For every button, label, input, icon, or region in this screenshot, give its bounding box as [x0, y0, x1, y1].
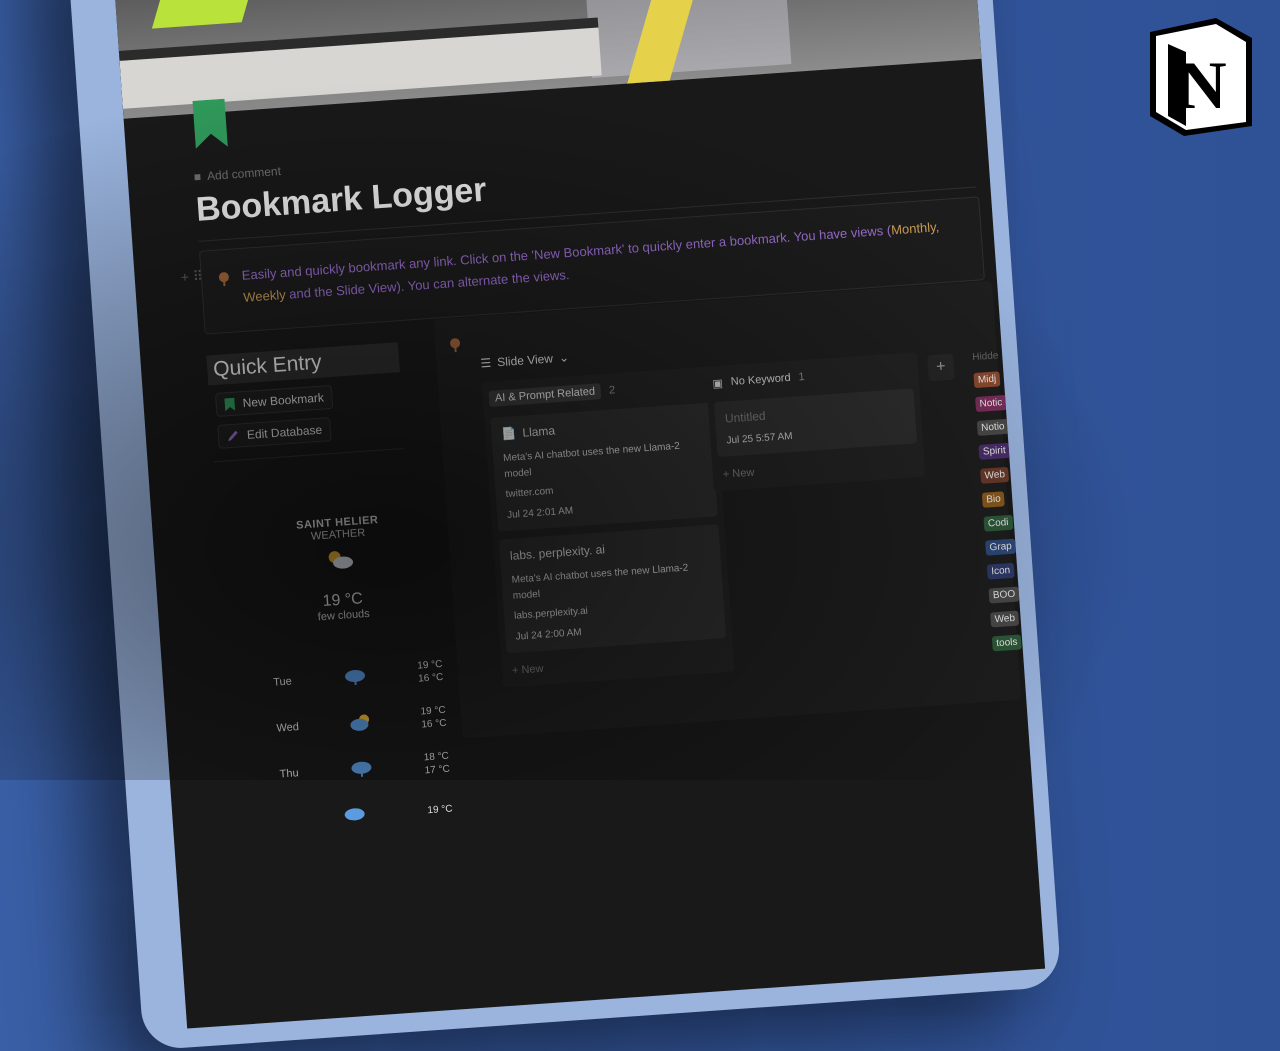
forecast-day: Thu	[279, 767, 300, 781]
column-name: AI & Prompt Related	[488, 383, 602, 407]
add-comment-button[interactable]: ■ Add comment	[193, 164, 281, 184]
inbox-icon: ▣	[712, 377, 724, 390]
board-column: ▣ No Keyword 1 Untitled Jul 25 5:57 AM +…	[705, 352, 926, 492]
edit-database-label: Edit Database	[246, 422, 323, 442]
new-card-button[interactable]: + New	[722, 455, 918, 481]
board-card[interactable]: Untitled Jul 25 5:57 AM	[713, 388, 918, 458]
board-column: AI & Prompt Related 2 📄 Llama Meta's AI …	[481, 366, 735, 688]
new-bookmark-label: New Bookmark	[242, 390, 325, 411]
quick-entry-heading: Quick Entry	[206, 342, 400, 386]
hidden-group-pill[interactable]: Midj	[973, 371, 1001, 389]
sliders-icon: ☰	[480, 355, 492, 371]
forecast-list: Tue 19 °C 16 °C Wed 19 °C 16 °C Thu 18 °C 1…	[272, 648, 454, 843]
forecast-day: Tue	[272, 675, 293, 689]
board-card[interactable]: labs. perplexity. ai Meta's AI chatbot u…	[498, 524, 727, 654]
pin-icon	[218, 272, 229, 287]
hidden-group-pill[interactable]: Spirit	[978, 442, 1011, 460]
notion-page: ■ Add comment Bookmark Logger + ⠿ Easily…	[104, 0, 1046, 1029]
card-title: Untitled	[724, 408, 767, 426]
chevron-down-icon: ⌄	[558, 350, 570, 365]
rain-cloud-icon	[344, 669, 365, 686]
add-group-button[interactable]: +	[927, 353, 955, 382]
forecast-low: 17 °C	[424, 763, 451, 777]
partly-cloudy-icon	[328, 551, 354, 569]
add-comment-label: Add comment	[206, 163, 282, 184]
bookmark-icon	[192, 98, 228, 149]
hidden-group-pill[interactable]: Icon	[986, 562, 1015, 580]
pencil-icon	[228, 430, 238, 442]
hidden-group-pill[interactable]: Bio	[981, 491, 1006, 508]
card-title: Llama	[521, 423, 556, 440]
notion-logo: N	[1150, 18, 1252, 136]
column-count: 1	[798, 370, 806, 384]
card-date: Jul 25 5:57 AM	[726, 430, 793, 447]
forecast-low: 16 °C	[421, 717, 447, 731]
new-card-button[interactable]: + New	[512, 650, 728, 677]
hidden-group-pill[interactable]: Notio	[976, 418, 1010, 436]
card-date: Jul 24 2:00 AM	[515, 627, 583, 643]
view-switcher[interactable]: ☰ Slide View ⌄	[480, 350, 569, 370]
hidden-group-pill[interactable]: Web	[980, 466, 1010, 484]
hidden-group-pill[interactable]: BOO	[988, 586, 1020, 604]
hidden-group-pill[interactable]: tools	[991, 634, 1022, 652]
edit-database-button[interactable]: Edit Database	[217, 417, 332, 449]
forecast-low: 16 °C	[417, 671, 444, 685]
cover-image	[104, 0, 982, 119]
quick-entry-section: Quick Entry New Bookmark Edit Database	[206, 342, 413, 463]
column-header[interactable]: ▣ No Keyword 1	[712, 358, 913, 394]
card-description: Meta's AI chatbot uses the new Llama-2 m…	[502, 440, 681, 481]
column-name: No Keyword	[730, 371, 792, 389]
card-title: labs. perplexity. ai	[509, 542, 606, 563]
hidden-group-pill[interactable]: Web	[990, 610, 1020, 628]
forecast-day: Wed	[276, 721, 300, 735]
hidden-group-pill[interactable]: Notic	[975, 394, 1007, 413]
sun-cloud-icon	[350, 714, 369, 731]
notion-logo-letter: N	[1177, 47, 1226, 123]
divider	[213, 448, 404, 463]
bookmark-icon	[224, 397, 236, 411]
view-name-label: Slide View	[496, 351, 554, 370]
column-count: 2	[608, 384, 616, 397]
hidden-group-pill[interactable]: Grap	[985, 538, 1017, 556]
new-bookmark-button[interactable]: New Bookmark	[214, 384, 334, 418]
comment-icon: ■	[193, 169, 202, 185]
board-view: ☰ Slide View ⌄ AI & Prompt Related 2 📄 L…	[433, 280, 1022, 739]
pin-icon	[450, 338, 461, 353]
forecast-high: 19 °C	[427, 803, 453, 816]
rain-cloud-icon	[345, 808, 366, 821]
rain-cloud-icon	[351, 761, 372, 777]
weather-widget: SAINT HELIER WEATHER 19 °C few clouds	[262, 512, 419, 627]
card-date: Jul 24 2:01 AM	[506, 505, 574, 521]
document-icon: 📄	[501, 426, 517, 442]
card-description: Meta's AI chatbot uses the new Llama-2 m…	[511, 562, 689, 602]
board-card[interactable]: 📄 Llama Meta's AI chatbot uses the new L…	[490, 402, 718, 532]
hidden-group-pill[interactable]: Codi	[983, 514, 1013, 532]
